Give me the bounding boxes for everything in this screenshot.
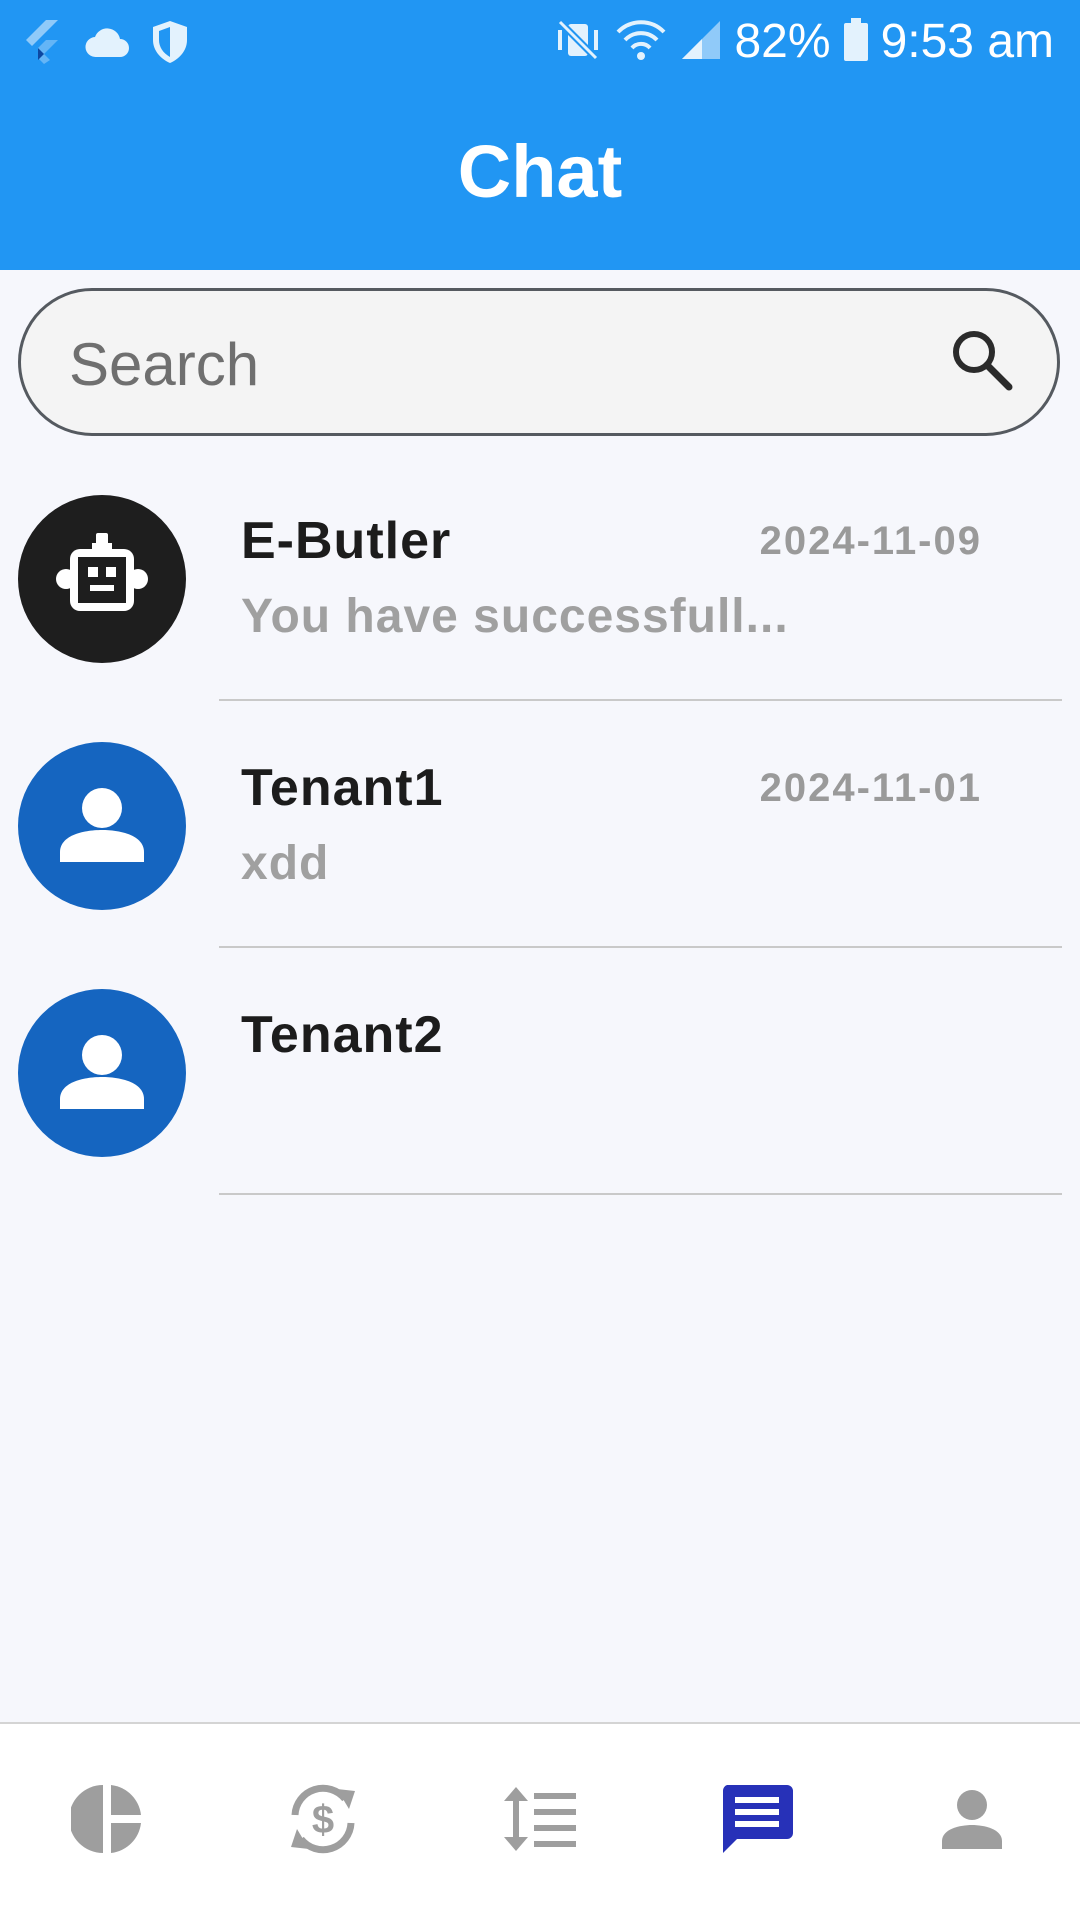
sort-list-icon — [502, 1786, 578, 1856]
search-icon[interactable] — [949, 327, 1015, 398]
chat-icon — [719, 1781, 795, 1862]
chat-name: Tenant2 — [241, 1006, 444, 1064]
search-input[interactable] — [67, 327, 931, 401]
person-icon — [940, 1787, 1004, 1856]
person-icon — [52, 774, 152, 879]
chat-preview: You have successfull... — [241, 590, 789, 643]
vibrate-off-icon — [554, 18, 602, 67]
divider — [219, 946, 1062, 948]
chat-name: Tenant1 — [241, 759, 444, 817]
battery-percent: 82% — [734, 15, 831, 68]
flutter-icon — [24, 18, 64, 71]
signal-icon — [680, 19, 722, 66]
search-bar[interactable] — [18, 288, 1060, 436]
divider — [219, 1193, 1062, 1195]
avatar — [18, 989, 186, 1157]
battery-icon — [843, 17, 869, 67]
robot-icon — [52, 527, 152, 632]
chat-date: 2024-11-01 — [759, 766, 982, 810]
clock: 9:53 am — [880, 15, 1054, 68]
nav-item-chat[interactable] — [712, 1776, 802, 1866]
divider — [219, 699, 1062, 701]
chat-preview: xdd — [241, 837, 330, 890]
currency-exchange-icon: $ — [283, 1779, 363, 1864]
chat-list-item[interactable]: Tenant1 2024-11-01 xdd — [0, 742, 1080, 988]
wifi-icon — [614, 18, 668, 67]
chat-list-item[interactable]: Tenant2 — [0, 989, 1080, 1235]
avatar — [18, 742, 186, 910]
nav-item-dashboard[interactable] — [62, 1776, 152, 1866]
nav-item-transactions[interactable]: $ — [278, 1776, 368, 1866]
cloud-icon — [84, 25, 130, 64]
svg-text:$: $ — [312, 1798, 334, 1842]
shield-icon — [150, 19, 190, 70]
person-icon — [52, 1021, 152, 1126]
avatar — [18, 495, 186, 663]
nav-item-profile[interactable] — [927, 1776, 1017, 1866]
app-bar: 82% 9:53 am Chat — [0, 0, 1080, 270]
chat-name: E-Butler — [241, 512, 452, 570]
bottom-navigation: $ — [0, 1722, 1080, 1922]
status-bar: 82% 9:53 am — [0, 0, 1080, 84]
pie-chart-icon — [69, 1783, 143, 1860]
nav-item-sort[interactable] — [495, 1776, 585, 1866]
chat-date: 2024-11-09 — [759, 519, 982, 563]
page-title: Chat — [457, 130, 623, 213]
chat-list-item[interactable]: E-Butler 2024-11-09 You have successfull… — [0, 495, 1080, 741]
